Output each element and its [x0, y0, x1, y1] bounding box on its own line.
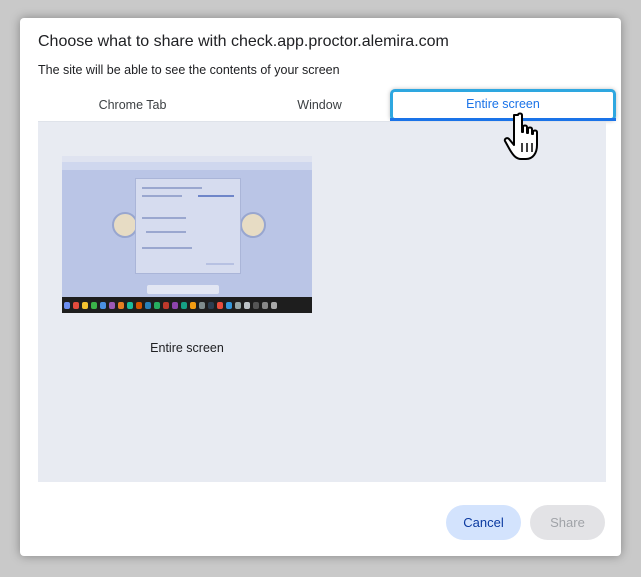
screen-thumbnail[interactable]: [62, 156, 312, 313]
thumbnail-microphone-icon: [240, 212, 266, 238]
thumbnail-controls: [147, 285, 219, 294]
thumbnail-dock: [62, 297, 312, 313]
share-button[interactable]: Share: [530, 505, 605, 540]
dialog-subtitle: The site will be able to see the content…: [38, 63, 340, 77]
share-screen-dialog: Choose what to share with check.app.proc…: [20, 18, 621, 556]
tab-chrome-tab[interactable]: Chrome Tab: [38, 92, 227, 120]
screen-thumbnail-label: Entire screen: [150, 341, 224, 355]
source-panel: Entire screen: [38, 121, 606, 482]
thumbnail-tabbar: [62, 162, 312, 170]
thumbnail-popup-window: [135, 178, 241, 274]
cancel-button[interactable]: Cancel: [446, 505, 521, 540]
hand-pointer-cursor-icon: [503, 112, 538, 160]
dialog-title: Choose what to share with check.app.proc…: [38, 33, 449, 50]
tab-window[interactable]: Window: [227, 92, 412, 120]
